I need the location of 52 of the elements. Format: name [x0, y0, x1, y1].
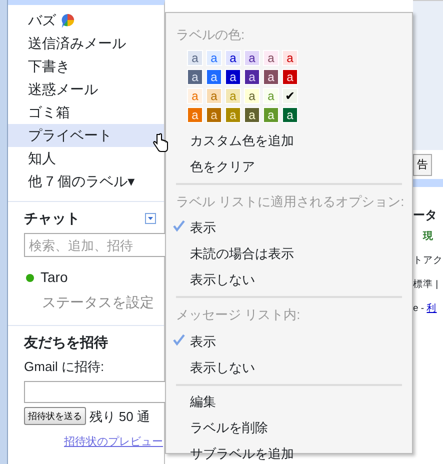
color-swatch[interactable]: a	[283, 50, 297, 64]
menu-item[interactable]: 表示	[166, 328, 412, 354]
menu-header: ラベル リストに適用されるオプション:	[175, 192, 406, 210]
menu-item[interactable]: サブラベルを追加	[166, 440, 412, 464]
color-swatch[interactable]: a	[207, 50, 221, 64]
color-swatch[interactable]: a	[283, 70, 297, 84]
label-item[interactable]: 下書き	[8, 55, 164, 78]
label-item[interactable]: プライベート	[8, 124, 164, 147]
menu-item[interactable]: 編集	[166, 388, 412, 414]
text-fragment: トアク	[413, 255, 443, 267]
label-item[interactable]: バズ	[8, 9, 164, 32]
color-swatch[interactable]: a	[188, 50, 202, 64]
color-swatch[interactable]: ✔	[283, 88, 297, 102]
link[interactable]: 利	[426, 303, 437, 314]
label-item[interactable]: ゴミ箱	[8, 101, 164, 124]
color-swatch[interactable]: a	[264, 70, 278, 84]
color-swatch[interactable]: a	[283, 108, 297, 122]
menu-item[interactable]: 表示しない	[166, 354, 412, 380]
remaining-count: 残り 50 通	[89, 408, 150, 426]
section-title: チャット	[24, 209, 80, 228]
menu-header: メッセージ リスト内:	[175, 306, 302, 324]
label-item[interactable]: 知人	[8, 147, 164, 170]
text-fragment: e -	[413, 303, 426, 314]
color-swatch[interactable]: a	[264, 50, 278, 64]
label-item[interactable]: 他 7 個のラベル▾	[8, 170, 164, 193]
menu-header: ラベルの色:	[175, 26, 246, 44]
toolbar-strip	[413, 179, 443, 187]
field-label: Gmail に招待:	[23, 358, 106, 376]
text-fragment: ータ	[413, 209, 438, 221]
text-fragment: 標準 |	[413, 279, 440, 291]
toolbar-button[interactable]: 告	[413, 154, 432, 176]
user-name: Taro	[40, 268, 68, 287]
color-swatch[interactable]: a	[226, 50, 240, 64]
label-item[interactable]: 送信済みメール	[8, 32, 164, 55]
status-link[interactable]: ステータスを設定	[8, 290, 164, 313]
color-swatch[interactable]: a	[226, 70, 240, 84]
text-fragment: 現	[423, 231, 434, 243]
color-swatch[interactable]: a	[207, 70, 221, 84]
color-swatch[interactable]: a	[188, 70, 202, 84]
preview-link[interactable]: 招待状のプレビュー	[8, 426, 164, 450]
color-swatch[interactable]: a	[245, 70, 259, 84]
send-invite-button[interactable]: 招待状を送る	[24, 407, 86, 426]
color-swatch[interactable]: a	[245, 108, 259, 122]
color-swatch[interactable]: a	[245, 50, 259, 64]
menu-item[interactable]: 表示しない	[166, 267, 412, 293]
color-swatch[interactable]: a	[245, 88, 259, 102]
menu-item[interactable]: カスタム色を追加	[166, 128, 412, 154]
menu-item[interactable]: ラベルを削除	[166, 414, 412, 440]
label-item[interactable]: 迷惑メール	[8, 78, 164, 101]
menu-item[interactable]: 色をクリア	[166, 154, 412, 180]
section-title: 友だちを招待	[22, 333, 109, 352]
dropdown-icon[interactable]	[145, 213, 156, 224]
